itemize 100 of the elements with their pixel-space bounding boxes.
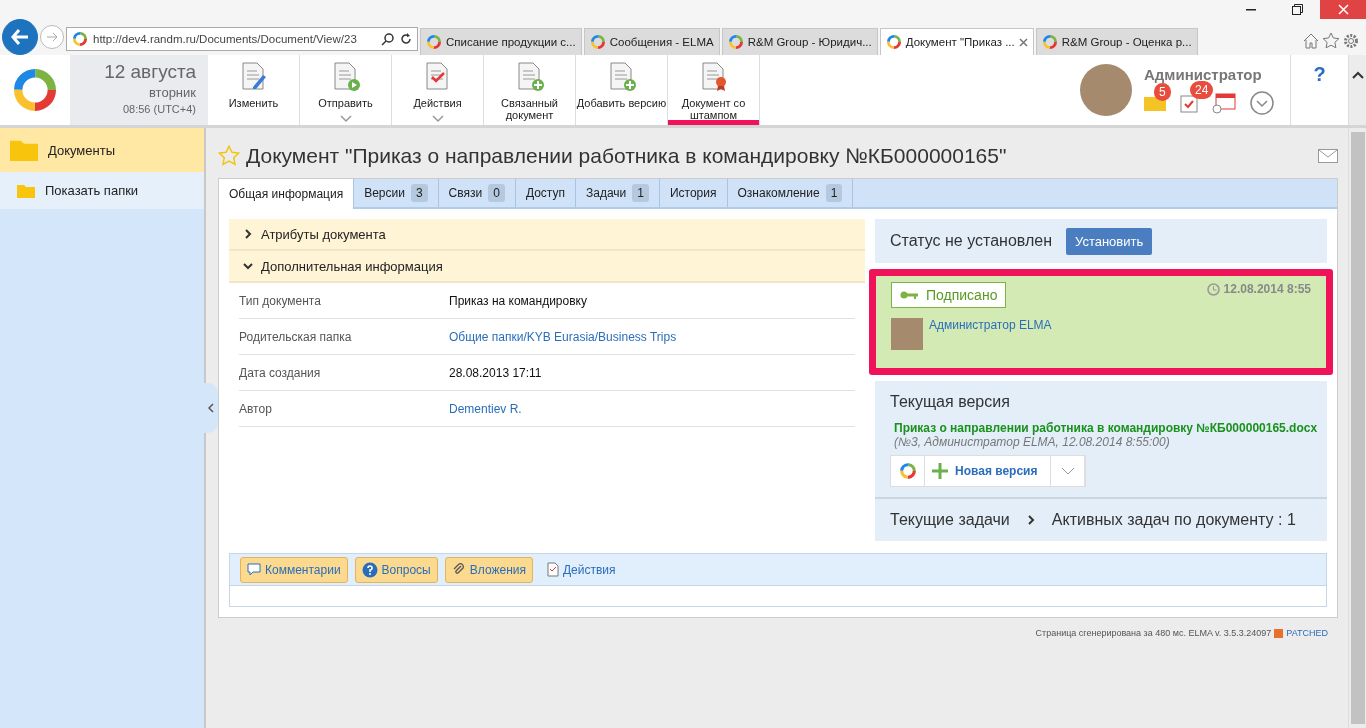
signature-date: 12.08.2014 8:55 — [1206, 282, 1311, 296]
tab-count: 0 — [488, 184, 505, 202]
toolbar-button[interactable]: Добавить версию — [576, 55, 668, 125]
mail-icon[interactable] — [1318, 149, 1338, 163]
document-tab[interactable]: Доступ — [515, 179, 576, 207]
settings-icon[interactable] — [1342, 32, 1360, 50]
user-name[interactable]: Администратор — [1144, 65, 1274, 83]
property-label: Автор — [239, 401, 273, 416]
bottom-tab[interactable]: Вложения — [444, 556, 533, 583]
section-header[interactable]: Атрибуты документа — [229, 219, 865, 251]
document-tab[interactable]: Ознакомление 1 — [727, 179, 854, 207]
calendar-icon[interactable] — [1212, 91, 1236, 114]
patch-icon — [1274, 628, 1284, 638]
document-tab[interactable]: Версии 3 — [354, 179, 439, 207]
property-link[interactable]: Dementiev R. — [449, 401, 522, 416]
set-status-button[interactable]: Установить — [1066, 227, 1153, 255]
chevron-icon — [243, 229, 253, 239]
document-tab[interactable]: Задачи 1 — [575, 179, 660, 207]
toolbar-button[interactable]: Отправить — [300, 55, 392, 125]
arrow-right-icon — [46, 32, 58, 42]
browser-tab[interactable]: Сообщения - ELMA — [583, 28, 720, 55]
collapse-handle[interactable] — [204, 383, 218, 433]
tasks-heading[interactable]: Текущие задачи — [890, 511, 1010, 529]
bottom-tab[interactable]: Комментарии — [240, 556, 348, 583]
date-text: 12 августа — [104, 61, 196, 83]
section-header[interactable]: Дополнительная информация — [229, 251, 865, 283]
chevron-icon — [243, 261, 253, 271]
property-link[interactable]: Общие папки/KYB Eurasia/Business Trips — [449, 329, 677, 344]
browser-tab[interactable]: R&M Group - Юридич... — [721, 28, 878, 55]
file-meta: (№3, Администратор ELMA, 12.08.2014 8:55:00) — [894, 435, 1171, 449]
document-tab[interactable]: Связи 0 — [438, 179, 516, 207]
scroll-up-icon[interactable] — [1351, 69, 1364, 81]
clock-icon — [1206, 282, 1220, 296]
home-icon[interactable] — [1302, 32, 1320, 50]
chevron-down-icon[interactable] — [1250, 90, 1274, 115]
app-logo-icon — [898, 462, 917, 480]
browser-tab[interactable]: Списание продукции с... — [420, 28, 582, 55]
user-avatar[interactable] — [1080, 64, 1132, 116]
bottom-tab[interactable]: Вопросы — [354, 556, 438, 583]
property-label: Тип документа — [239, 293, 322, 308]
app-logo-icon — [885, 34, 902, 50]
weekday-text: вторник — [148, 85, 196, 100]
refresh-icon[interactable] — [400, 33, 412, 45]
browser-tab[interactable]: Документ "Приказ ... — [879, 28, 1034, 55]
app-logo-icon — [727, 34, 744, 50]
signed-status: Подписано — [891, 282, 1007, 308]
tab-count: 3 — [410, 184, 428, 202]
key-icon — [900, 290, 918, 300]
patched-link[interactable]: PATCHED — [1286, 628, 1328, 638]
task-icon[interactable] — [1180, 92, 1198, 113]
browser-tab[interactable]: R&M Group - Оценка р... — [1035, 28, 1198, 55]
arrow-left-icon — [11, 29, 29, 45]
toolbar-button[interactable]: Связанный документ — [484, 55, 576, 125]
property-label: Родительская папка — [239, 329, 353, 344]
property-value: Приказ на командировку — [449, 293, 587, 308]
folder-icon — [10, 138, 38, 162]
search-icon[interactable] — [381, 32, 395, 46]
comment-icon — [247, 563, 261, 576]
folder-icon — [17, 183, 35, 198]
chevron-icon — [1025, 515, 1036, 525]
minimize-icon[interactable] — [1246, 8, 1256, 11]
caret-icon — [339, 115, 352, 123]
close-icon — [1337, 4, 1349, 15]
favorite-star-icon[interactable] — [218, 145, 240, 167]
property-value: 28.08.2013 17:11 — [449, 365, 542, 380]
footer-text: Страница сгенерирована за 480 мс. ELMA v. 3.5.3.24097 — [1035, 628, 1272, 638]
document-title: Документ "Приказ о направлении работника в командировку №КБ000000165" — [246, 144, 1008, 168]
app-logo-icon — [11, 66, 59, 114]
star-icon[interactable] — [1322, 32, 1340, 50]
toolbar-button[interactable]: Изменить — [208, 55, 300, 125]
document-tab[interactable]: Общая информация — [219, 179, 355, 209]
help-link[interactable]: ? — [1313, 63, 1326, 125]
tab-count: 1 — [825, 184, 843, 202]
signer-avatar — [891, 318, 923, 350]
toolbar-button[interactable]: Действия — [392, 55, 484, 125]
scrollbar-thumb[interactable] — [1350, 132, 1365, 724]
app-logo-icon — [72, 31, 88, 47]
tasks-summary: Активных задач по документу : 1 — [1051, 511, 1296, 529]
question-icon — [361, 561, 378, 578]
document-tab[interactable]: История — [659, 179, 728, 207]
document-check-icon — [546, 562, 559, 577]
close-button[interactable] — [1320, 0, 1366, 19]
app-logo-icon — [589, 34, 606, 50]
sidebar-item[interactable]: Показать папки — [0, 172, 204, 209]
paperclip-icon — [451, 562, 466, 577]
task-count: 24 — [1190, 80, 1214, 99]
sidebar-item[interactable]: Документы — [0, 128, 204, 172]
caret-icon — [431, 115, 444, 123]
file-link[interactable]: Приказ о направлении работника в командировку №КБ000000165.docx — [894, 421, 1318, 435]
app-logo-icon — [426, 34, 442, 50]
signer-link[interactable]: Администратор ELMA — [929, 318, 1052, 350]
address-bar[interactable]: http://dev4.randm.ru/Documents/Document/View/23 — [66, 27, 418, 51]
toolbar-button[interactable]: Документ со штампом — [668, 55, 760, 125]
close-icon[interactable] — [1018, 37, 1028, 47]
plus-icon — [931, 462, 949, 480]
dropdown-caret-icon[interactable] — [1060, 467, 1075, 475]
message-count: 5 — [1154, 82, 1171, 101]
restore-icon[interactable] — [1291, 4, 1303, 15]
back-button[interactable] — [2, 19, 38, 55]
property-label: Дата создания — [239, 365, 322, 380]
